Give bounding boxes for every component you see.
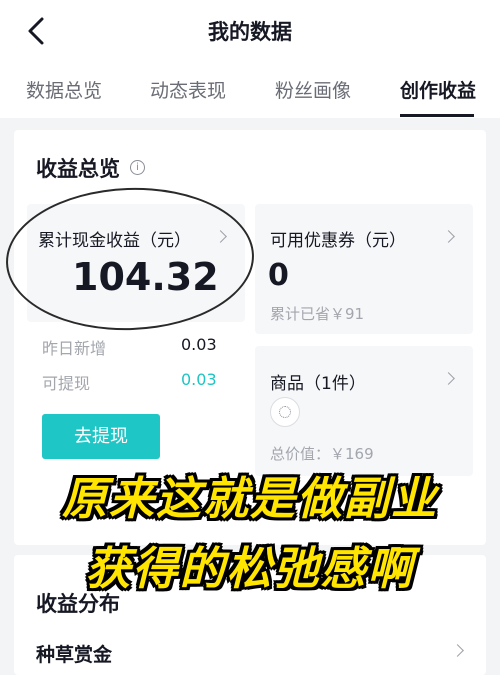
product-thumbnail[interactable] [270,397,300,427]
active-tab-indicator [400,114,474,117]
tab-data-overview[interactable]: 数据总览 [26,76,102,103]
withdraw-button[interactable]: 去提现 [42,414,160,459]
products-label: 商品（1件） [270,374,366,394]
distribution-row-label[interactable]: 种草赏金 [36,640,112,667]
tab-dynamic-performance[interactable]: 动态表现 [150,76,226,103]
yesterday-label: 昨日新增 [42,339,107,358]
yesterday-value: 0.03 [181,335,217,354]
withdrawable-value: 0.03 [181,370,217,389]
tab-fan-profile[interactable]: 粉丝画像 [275,76,351,103]
tab-bar: 数据总览 动态表现 粉丝画像 创作收益 [0,62,500,118]
coupons-saved: 累计已省￥91 [270,305,365,323]
tab-creation-income[interactable]: 创作收益 [400,76,476,103]
overlay-caption-line-2: 获得的松弛感啊 [85,542,415,595]
overlay-caption-line-1: 原来这就是做副业 [61,472,438,525]
income-overview-title: 收益总览 [36,157,120,181]
coupons-label: 可用优惠券（元） [270,231,406,251]
top-bar: 我的数据 [0,0,500,62]
page-title: 我的数据 [208,20,292,44]
products-total: 总价值：￥169 [270,445,374,463]
info-icon[interactable]: i [130,160,145,175]
withdrawable-label: 可提现 [42,374,91,393]
coupons-value: 0 [268,258,289,293]
